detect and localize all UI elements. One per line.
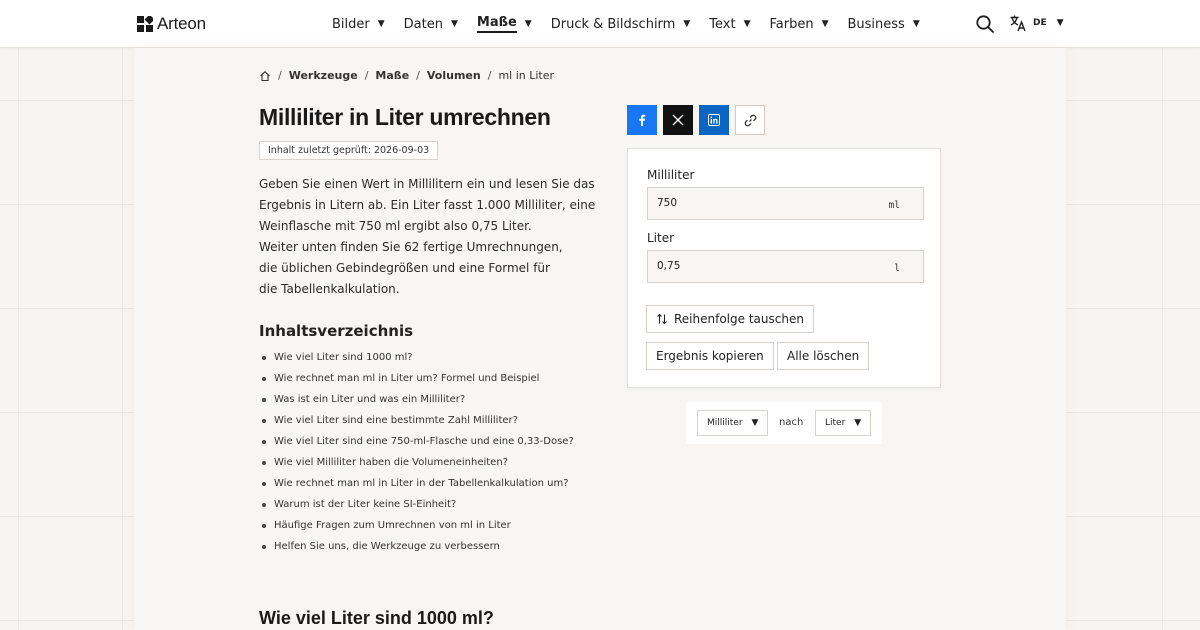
nav-label: Druck & Bildschirm — [550, 16, 676, 32]
language-code: DE — [1033, 18, 1047, 28]
from-unit-select[interactable]: Milliliter ▼ — [697, 410, 769, 436]
converter-card: Milliliter ml Liter l Reihenfolge tausch… — [627, 148, 941, 388]
toc-item[interactable]: Helfen Sie uns, die Werkzeuge zu verbess… — [259, 536, 574, 557]
caret-down-icon: ▼ — [854, 418, 862, 428]
unit-selector: Milliliter ▼ nach Liter ▼ — [686, 402, 882, 444]
share-x-button[interactable] — [663, 105, 693, 135]
brand-name: Arteon — [157, 14, 206, 33]
link-icon — [744, 114, 756, 126]
main-nav: Bilder ▼ Daten ▼ Maße ▼ Druck & Bildschirm ▼… — [332, 0, 939, 48]
nav-label: Maße — [476, 15, 517, 33]
caret-down-icon: ▼ — [1056, 18, 1064, 28]
nav-item-business[interactable]: Business ▼ — [848, 0, 920, 48]
toc-item[interactable]: Wie rechnet man ml in Liter um? Formel u… — [259, 368, 574, 389]
toc-item[interactable]: Wie viel Liter sind eine 750-ml-Flasche … — [259, 431, 574, 452]
caret-down-icon: ▼ — [751, 418, 759, 428]
liter-input[interactable] — [657, 260, 877, 272]
from-field: ml — [647, 187, 924, 220]
swap-label: Reihenfolge tauschen — [674, 312, 804, 326]
clear-all-button[interactable]: Alle löschen — [777, 342, 870, 370]
nav-label: Text — [709, 16, 736, 32]
share-linkedin-button[interactable] — [699, 105, 729, 135]
caret-down-icon: ▼ — [377, 19, 385, 29]
caret-down-icon: ▼ — [912, 19, 920, 29]
toc-item[interactable]: Häufige Fragen zum Umrechnen von ml in L… — [259, 515, 574, 536]
caret-down-icon: ▼ — [450, 19, 458, 29]
toc-item[interactable]: Wie viel Milliliter haben die Volumenein… — [259, 452, 574, 473]
table-of-contents: Wie viel Liter sind 1000 ml? Wie rechnet… — [259, 347, 574, 557]
nav-item-druck-bildschirm[interactable]: Druck & Bildschirm ▼ — [551, 0, 691, 48]
language-switcher[interactable]: DE ▼ — [1009, 14, 1064, 32]
intro-line: Weinflasche mit 750 ml ergibt also 0,75 … — [259, 219, 532, 233]
from-unit-value: Milliliter — [707, 418, 743, 428]
brand-logo[interactable]: Arteon — [137, 14, 206, 34]
caret-down-icon: ▼ — [743, 19, 751, 29]
unit-connector: nach — [779, 417, 804, 428]
to-unit: l — [894, 263, 900, 274]
breadcrumb-separator: / — [364, 69, 369, 82]
intro-line: Ergebnis in Litern ab. Ein Liter fasst 1… — [259, 198, 596, 212]
breadcrumb: / Werkzeuge / Maße / Volumen / ml in Lit… — [259, 69, 554, 82]
translate-icon — [1010, 15, 1026, 32]
intro-line: Geben Sie einen Wert in Millilitern ein … — [259, 177, 595, 191]
intro-line: die Tabellenkalkulation. — [259, 282, 400, 296]
nav-label: Daten — [403, 16, 443, 32]
swap-button[interactable]: Reihenfolge tauschen — [646, 305, 814, 333]
nav-item-farben[interactable]: Farben ▼ — [769, 0, 828, 48]
to-unit-select[interactable]: Liter ▼ — [815, 410, 872, 436]
to-unit-value: Liter — [825, 418, 846, 428]
toc-item[interactable]: Was ist ein Liter und was ein Milliliter… — [259, 389, 574, 410]
breadcrumb-separator: / — [278, 69, 282, 82]
section-title: Wie viel Liter sind 1000 ml? — [259, 608, 494, 628]
breadcrumb-separator: / — [416, 69, 420, 82]
to-field: l — [647, 250, 924, 283]
breadcrumb-current: ml in Liter — [498, 69, 555, 82]
intro-line: Weiter unten finden Sie 62 fertige Umrec… — [259, 240, 563, 254]
to-label: Liter — [647, 231, 675, 245]
from-unit: ml — [888, 200, 900, 211]
breadcrumb-separator: / — [487, 69, 492, 82]
site-header: Arteon Bilder ▼ Daten ▼ Maße ▼ Druck & Bild… — [0, 0, 1200, 48]
search-icon — [976, 15, 994, 33]
review-date-badge: Inhalt zuletzt geprüft: 2026-09-03 — [259, 141, 439, 160]
from-label: Milliliter — [647, 168, 695, 182]
toc-item[interactable]: Warum ist der Liter keine SI-Einheit? — [259, 494, 574, 515]
share-facebook-button[interactable] — [627, 105, 657, 135]
nav-item-text[interactable]: Text ▼ — [709, 0, 750, 48]
caret-down-icon: ▼ — [524, 19, 532, 29]
copy-link-button[interactable] — [735, 105, 765, 135]
nav-item-masse[interactable]: Maße ▼ — [476, 0, 532, 48]
nav-item-bilder[interactable]: Bilder ▼ — [332, 0, 385, 48]
linkedin-icon — [708, 114, 720, 126]
intro-line: die üblichen Gebindegrößen und eine Form… — [259, 261, 550, 275]
x-icon — [672, 114, 684, 126]
arteon-logo-icon — [137, 16, 153, 32]
nav-label: Business — [847, 16, 905, 32]
breadcrumb-item-werkzeuge[interactable]: Werkzeuge — [289, 69, 358, 82]
nav-label: Bilder — [332, 16, 370, 32]
caret-down-icon: ▼ — [683, 19, 691, 29]
intro-text: Geben Sie einen Wert in Millilitern ein … — [259, 174, 599, 300]
copy-result-button[interactable]: Ergebnis kopieren — [646, 342, 774, 370]
share-buttons — [627, 105, 765, 135]
breadcrumb-item-volumen[interactable]: Volumen — [427, 69, 481, 82]
page-title: Milliliter in Liter umrechnen — [259, 104, 551, 130]
toc-item[interactable]: Wie rechnet man ml in Liter in der Tabel… — [259, 473, 574, 494]
breadcrumb-item-masse[interactable]: Maße — [375, 69, 409, 82]
toc-item[interactable]: Wie viel Liter sind eine bestimmte Zahl … — [259, 410, 574, 431]
swap-icon — [657, 313, 667, 325]
search-button[interactable] — [975, 14, 995, 34]
home-icon[interactable] — [259, 70, 271, 82]
milliliter-input[interactable] — [657, 197, 877, 209]
caret-down-icon: ▼ — [821, 19, 829, 29]
toc-item[interactable]: Wie viel Liter sind 1000 ml? — [259, 347, 574, 368]
toc-title: Inhaltsverzeichnis — [259, 322, 414, 340]
facebook-icon — [639, 114, 646, 126]
nav-label: Farben — [769, 16, 814, 32]
nav-item-daten[interactable]: Daten ▼ — [404, 0, 458, 48]
